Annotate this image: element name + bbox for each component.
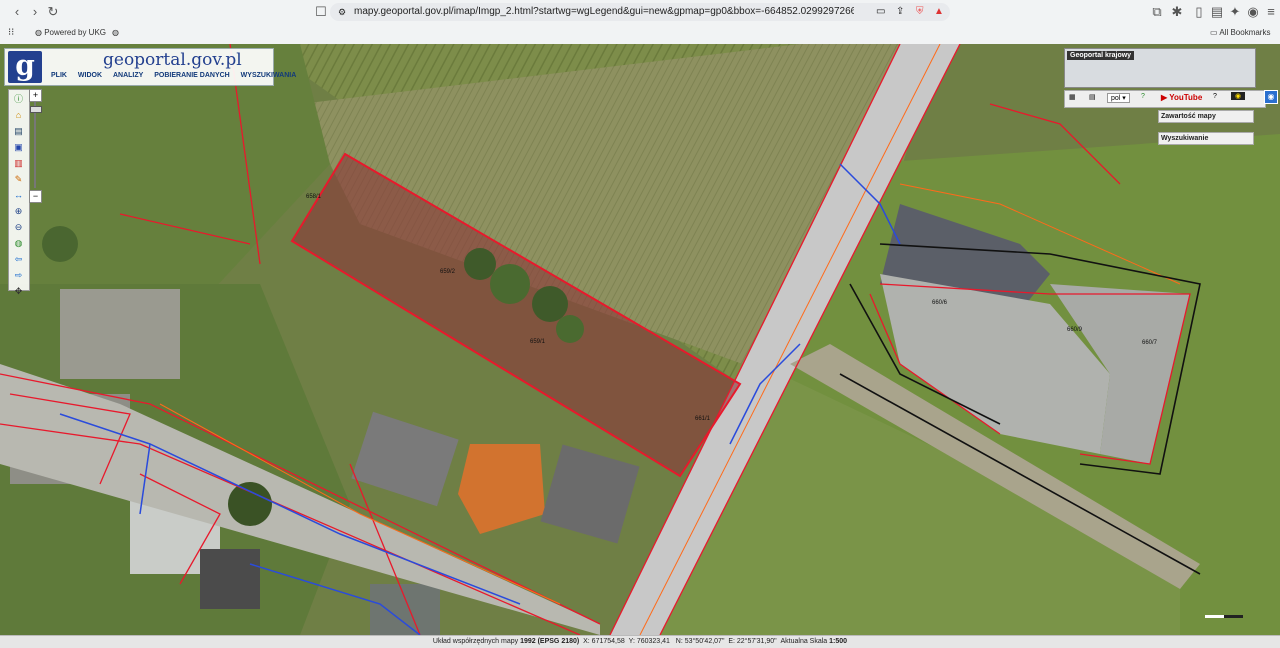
- overview-title: Geoportal krajowy: [1067, 51, 1135, 60]
- menu-icon[interactable]: ≡: [1262, 4, 1280, 20]
- scale-value: 1:500: [829, 638, 848, 645]
- pan-icon[interactable]: ✥: [12, 285, 25, 297]
- url-text: mapy.geoportal.gov.pl/imap/Imgp_2.html?s…: [354, 6, 854, 17]
- zoom-slider[interactable]: + −: [29, 89, 42, 203]
- cast-icon[interactable]: ▭: [876, 3, 885, 21]
- globe-icon[interactable]: ◍: [112, 27, 119, 39]
- app-header: g geoportal.gov.pl PLIK WIDOK ANALIZY PO…: [4, 48, 296, 86]
- sidebar-icon[interactable]: ▯: [1190, 4, 1208, 20]
- print-icon[interactable]: ▤: [1089, 93, 1096, 101]
- scale-label: Aktualna Skala: [780, 638, 828, 645]
- overview-map[interactable]: Geoportal krajowy: [1064, 48, 1256, 88]
- menu-wyszukiwania[interactable]: WYSZUKIWANIA: [239, 71, 299, 80]
- bookmark-icon[interactable]: ☐: [312, 4, 330, 20]
- vpn-icon[interactable]: ◉: [1244, 4, 1262, 20]
- parcel-label: 660/9: [1067, 327, 1083, 333]
- parcel-label: 659/2: [440, 269, 456, 275]
- coord-system-label: Układ współrzędnych mapy: [432, 638, 519, 645]
- menu-analizy[interactable]: ANALIZY: [111, 71, 145, 80]
- coord-n: N: 53°50'42,07": [675, 638, 725, 645]
- map-toolbar: ⓘ ⌂ ▤ ▣ ▥ ✎ ↔ ⊕ ⊖ ◍ ⇦ ⇨ ✥: [8, 89, 30, 296]
- parcel-label: 658/1: [306, 194, 322, 200]
- app-title: geoportal.gov.pl: [103, 50, 242, 70]
- pencil-icon[interactable]: ✎: [12, 173, 25, 185]
- visibility-icon[interactable]: ◉: [1264, 90, 1278, 104]
- back-icon[interactable]: ‹: [8, 4, 26, 20]
- address-bar[interactable]: ⚙ mapy.geoportal.gov.pl/imap/Imgp_2.html…: [330, 3, 950, 21]
- status-bar: Układ współrzędnych mapy 1992 (EPSG 2180…: [0, 635, 1280, 648]
- distance-icon[interactable]: ↔: [12, 189, 25, 201]
- zoom-out-icon[interactable]: ⊖: [12, 221, 25, 233]
- menu-pobieranie[interactable]: POBIERANIE DANYCH: [152, 71, 231, 80]
- browser-toolbar: ‹ › ↻ ☐ ⚙ mapy.geoportal.gov.pl/imap/Img…: [0, 0, 1280, 45]
- coord-e: E: 22°57'31,90": [728, 638, 777, 645]
- main-menu: PLIK WIDOK ANALIZY POBIERANIE DANYCH WYS…: [49, 72, 303, 79]
- shield-icon[interactable]: ⛨: [916, 3, 924, 21]
- forward-extent-icon[interactable]: ⇨: [12, 269, 25, 281]
- menu-widok[interactable]: WIDOK: [76, 71, 104, 80]
- zoom-plus-button[interactable]: +: [29, 89, 42, 102]
- warning-icon[interactable]: ▲: [934, 3, 944, 21]
- parcel-label: 660/7: [1142, 340, 1158, 346]
- home-icon[interactable]: ⌂: [12, 109, 25, 121]
- back-extent-icon[interactable]: ⇦: [12, 253, 25, 265]
- all-bookmarks[interactable]: ▭ All Bookmarks: [1210, 27, 1270, 39]
- language-select[interactable]: pol ▾: [1107, 93, 1130, 103]
- print-icon[interactable]: ▤: [12, 125, 25, 137]
- map-contents-panel[interactable]: Zawartość mapy: [1158, 110, 1254, 123]
- parcel-label: 661/1: [695, 416, 711, 422]
- select-icon[interactable]: ▣: [12, 141, 25, 153]
- right-toolbar: ▦ ▤ pol ▾ ? ▶ YouTube ? ◉: [1064, 90, 1266, 108]
- youtube-link[interactable]: ▶ YouTube: [1161, 93, 1202, 102]
- menu-plik[interactable]: PLIK: [49, 71, 69, 80]
- eye-icon[interactable]: ◉: [1231, 92, 1246, 100]
- right-panel: Geoportal krajowy ▦ ▤ pol ▾ ? ▶ YouTube …: [1064, 48, 1274, 148]
- apps-icon[interactable]: ⁝⁝: [8, 27, 14, 39]
- parcel-label: 659/1: [530, 339, 546, 345]
- zoom-in-icon[interactable]: ⊕: [12, 205, 25, 217]
- layers-icon[interactable]: ▦: [1069, 93, 1076, 101]
- bookmark-ukg[interactable]: ◍ Powered by UKG: [35, 27, 106, 39]
- question-icon[interactable]: ?: [1213, 93, 1217, 100]
- extensions-icon[interactable]: ⧉: [1148, 4, 1166, 20]
- zoom-handle[interactable]: [30, 106, 42, 113]
- puzzle-icon[interactable]: ✱: [1168, 4, 1186, 20]
- zoom-track[interactable]: [34, 102, 36, 188]
- help-icon[interactable]: ?: [1141, 93, 1145, 100]
- ai-icon[interactable]: ✦: [1226, 4, 1244, 20]
- reload-icon[interactable]: ↻: [44, 4, 62, 20]
- search-panel[interactable]: Wyszukiwanie: [1158, 132, 1254, 145]
- geoportal-logo[interactable]: g: [8, 51, 42, 83]
- globe-icon[interactable]: ◍: [12, 237, 25, 249]
- coord-system: 1992 (EPSG 2180): [520, 638, 580, 645]
- site-info-icon[interactable]: ⚙: [338, 3, 346, 21]
- measure-icon[interactable]: ▥: [12, 157, 25, 169]
- wallet-icon[interactable]: ▤: [1208, 4, 1226, 20]
- info-icon[interactable]: ⓘ: [12, 93, 25, 105]
- parcel-label: 660/6: [932, 300, 948, 306]
- forward-icon[interactable]: ›: [26, 4, 44, 20]
- coord-x: X: 671754,58: [583, 638, 625, 645]
- coord-y: Y: 760323,41: [628, 638, 670, 645]
- zoom-minus-button[interactable]: −: [29, 190, 42, 203]
- share-icon[interactable]: ⇪: [896, 3, 904, 21]
- bookmarks-bar: ⁝⁝ ◍ Powered by UKG ◍ ▭ All Bookmarks: [0, 24, 1280, 42]
